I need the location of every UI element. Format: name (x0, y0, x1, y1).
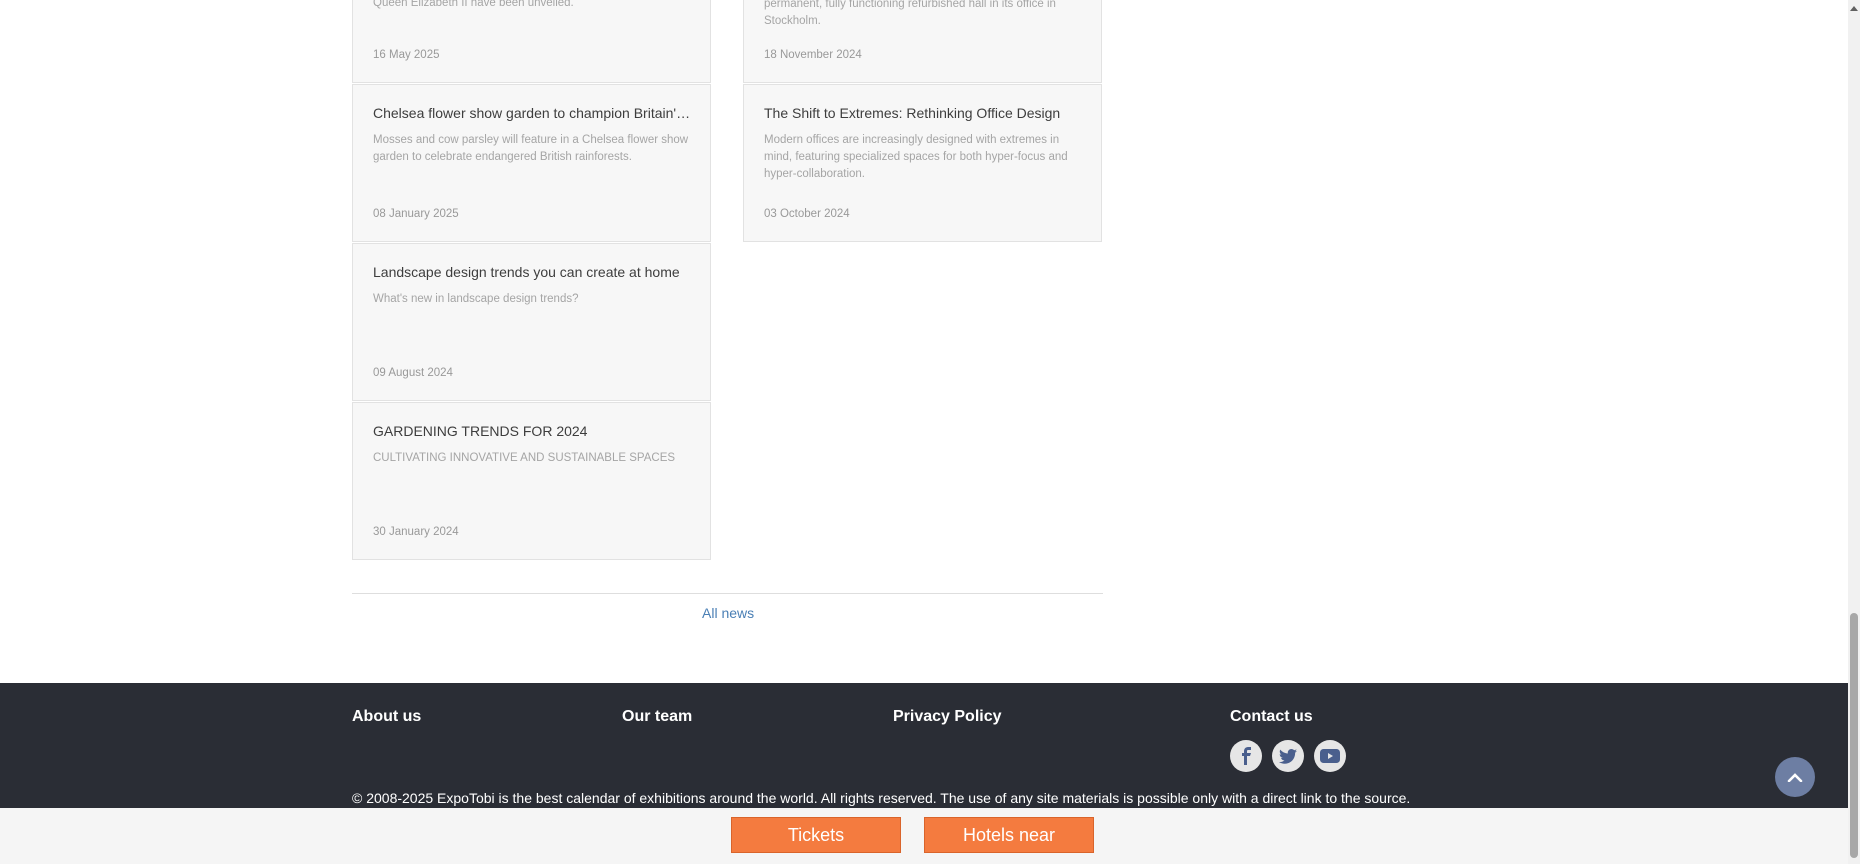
news-card-date: 08 January 2025 (373, 208, 459, 220)
copyright-text: © 2008-2025 ExpoTobi is the best calenda… (352, 790, 1411, 806)
news-card-date: 09 August 2024 (373, 367, 453, 379)
hotels-near-button[interactable]: Hotels near (924, 817, 1094, 853)
scrollbar-thumb[interactable] (1850, 613, 1858, 858)
scroll-to-top-button[interactable] (1775, 757, 1815, 797)
bottom-action-bar: Tickets Hotels near (0, 808, 1848, 864)
scroll-up-arrow-icon[interactable] (1850, 6, 1858, 11)
news-divider (352, 593, 1103, 594)
vertical-scrollbar[interactable] (1848, 0, 1860, 864)
footer-link-our-team[interactable]: Our team (622, 708, 692, 726)
news-card-description: Queen Elizabeth II have been unveiled. (373, 0, 574, 9)
tickets-button[interactable]: Tickets (731, 817, 901, 853)
news-card[interactable]: Landscape design trends you can create a… (352, 243, 711, 401)
news-card-description: CULTIVATING INNOVATIVE AND SUSTAINABLE S… (373, 452, 676, 464)
news-card-description: What's new in landscape design trends? (373, 293, 579, 305)
footer-link-about-us[interactable]: About us (352, 708, 421, 726)
news-card[interactable]: Queen Elizabeth II have been unveiled. 1… (352, 0, 711, 83)
footer-link-privacy-policy[interactable]: Privacy Policy (893, 708, 1002, 726)
news-card-date: 16 May 2025 (373, 49, 440, 61)
news-card-description: Modern offices are increasingly designed… (764, 134, 1068, 180)
footer-link-contact-us[interactable]: Contact us (1230, 708, 1313, 726)
news-card-date: 03 October 2024 (764, 208, 850, 220)
news-card-title[interactable]: GARDENING TRENDS FOR 2024 (373, 423, 695, 439)
chevron-up-icon (1787, 773, 1803, 782)
news-card-description: Mosses and cow parsley will feature in a… (373, 134, 689, 163)
all-news-link[interactable]: All news (702, 605, 754, 621)
youtube-icon[interactable] (1314, 740, 1346, 772)
news-card-date: 18 November 2024 (764, 49, 862, 61)
news-card-title[interactable]: Chelsea flower show garden to champion B… (373, 105, 695, 121)
twitter-icon[interactable] (1272, 740, 1304, 772)
news-card[interactable]: GARDENING TRENDS FOR 2024 CULTIVATING IN… (352, 402, 711, 560)
news-card-title[interactable]: Landscape design trends you can create a… (373, 264, 695, 280)
news-section: Queen Elizabeth II have been unveiled. 1… (0, 0, 1848, 683)
facebook-icon[interactable] (1230, 740, 1262, 772)
news-card-description: permanent, fully functioning refurbished… (764, 0, 1056, 27)
news-card[interactable]: permanent, fully functioning refurbished… (743, 0, 1102, 83)
news-card-title[interactable]: The Shift to Extremes: Rethinking Office… (764, 105, 1086, 121)
news-card[interactable]: Chelsea flower show garden to champion B… (352, 84, 711, 242)
news-card-date: 30 January 2024 (373, 526, 459, 538)
news-card[interactable]: The Shift to Extremes: Rethinking Office… (743, 84, 1102, 242)
